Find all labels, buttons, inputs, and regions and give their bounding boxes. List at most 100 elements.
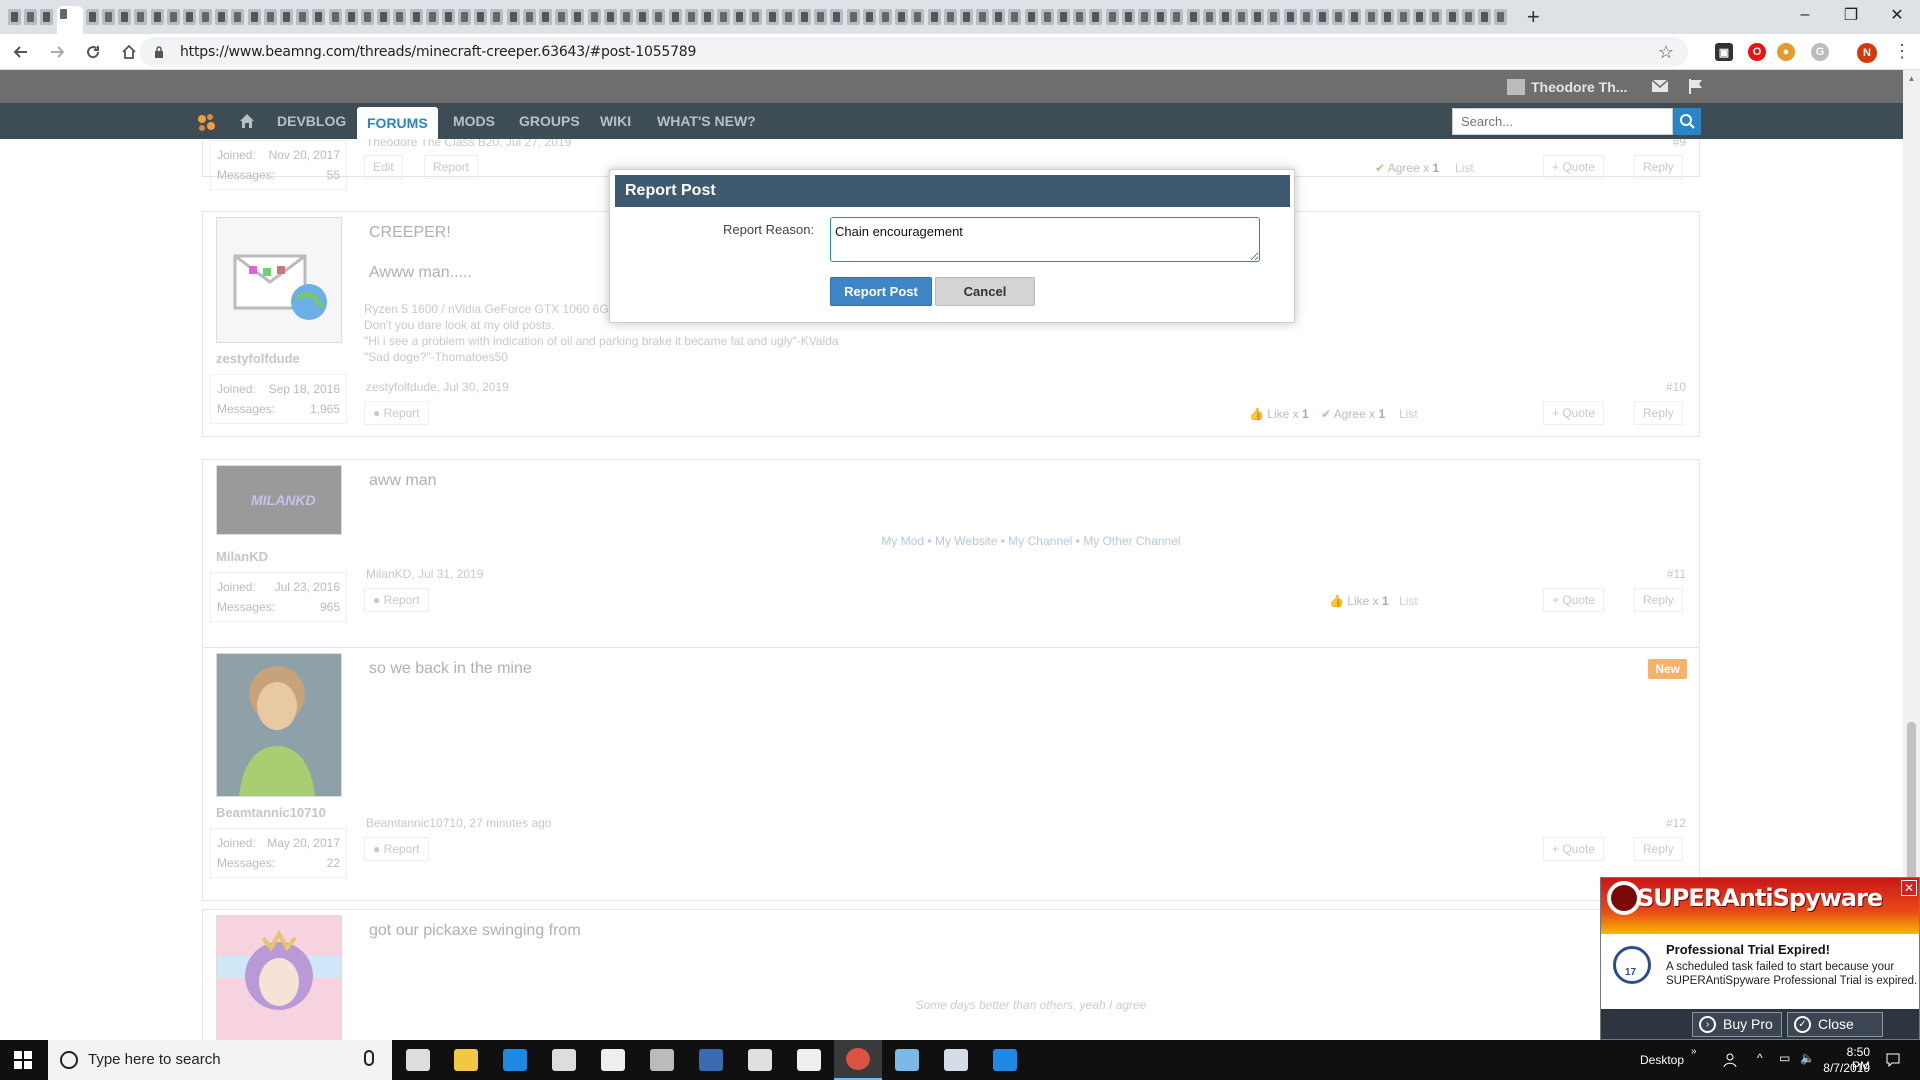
reply-button[interactable]: Reply	[1634, 837, 1683, 861]
browser-tab[interactable]	[263, 9, 277, 25]
likes-list-link[interactable]: List	[1455, 161, 1474, 175]
browser-tab[interactable]	[814, 9, 828, 25]
file-explorer-taskbar-button[interactable]	[442, 1040, 490, 1080]
quote-button[interactable]: + Quote	[1543, 837, 1605, 861]
browser-tab[interactable]	[1170, 9, 1184, 25]
browser-tab[interactable]	[1008, 9, 1022, 25]
post-author[interactable]: MilanKD	[216, 549, 347, 564]
browser-tab[interactable]	[1137, 9, 1151, 25]
browser-tab[interactable]	[555, 9, 569, 25]
beamng-logo-icon[interactable]	[196, 111, 218, 133]
post-meta[interactable]: MilanKD, Jul 31, 2019	[366, 567, 483, 581]
browser-tab[interactable]	[1089, 9, 1103, 25]
post-meta[interactable]: zestyfolfdude, Jul 30, 2019	[366, 380, 509, 394]
browser-tab[interactable]	[182, 9, 196, 25]
nav-whats-new[interactable]: WHAT'S NEW?	[657, 103, 756, 139]
browser-tab[interactable]	[1461, 9, 1475, 25]
browser-tab[interactable]	[1218, 9, 1232, 25]
nav-wiki[interactable]: WIKI	[600, 103, 631, 139]
taskbar-search-box[interactable]: Type here to search	[48, 1040, 392, 1080]
report-reason-textarea[interactable]	[830, 217, 1260, 262]
browser-tab[interactable]	[85, 9, 99, 25]
browser-tab[interactable]	[1316, 9, 1329, 25]
store-taskbar-button[interactable]	[540, 1040, 588, 1080]
reply-button[interactable]: Reply	[1634, 401, 1683, 425]
report-button[interactable]: ● Report	[364, 588, 429, 612]
quote-button[interactable]: + Quote	[1543, 155, 1605, 179]
extension-icon[interactable]: ▣	[1715, 43, 1733, 61]
browser-tab[interactable]	[668, 9, 682, 25]
post-number[interactable]: #9	[1673, 139, 1686, 149]
post-number[interactable]: #11	[1667, 567, 1686, 581]
minimize-button[interactable]: –	[1782, 0, 1828, 30]
browser-tab[interactable]	[1348, 9, 1362, 25]
browser-tab[interactable]	[215, 9, 229, 25]
browser-tab[interactable]	[1445, 9, 1459, 25]
avatar[interactable]	[216, 653, 342, 797]
account-menu[interactable]: Theodore Th...	[1507, 79, 1627, 95]
settings-gear-taskbar-button[interactable]	[785, 1040, 833, 1080]
network-icon[interactable]: ▭	[1779, 1051, 1790, 1065]
browser-tab[interactable]	[458, 9, 472, 25]
avatar[interactable]	[216, 217, 342, 343]
post-meta[interactable]: Theodore The Class B20, Jul 27, 2019	[366, 139, 571, 149]
quote-button[interactable]: + Quote	[1543, 401, 1605, 425]
browser-tab[interactable]	[40, 9, 54, 25]
browser-tab[interactable]	[700, 9, 714, 25]
browser-tab[interactable]	[846, 9, 860, 25]
windows-start-icon[interactable]	[14, 1051, 32, 1069]
post-meta[interactable]: Beamtannic10710, 27 minutes ago	[366, 816, 551, 830]
browser-tab[interactable]	[296, 9, 310, 25]
nav-mods[interactable]: MODS	[453, 103, 495, 139]
browser-tab[interactable]	[506, 9, 520, 25]
browser-tab[interactable]	[1364, 9, 1378, 25]
cancel-button[interactable]: Cancel	[935, 277, 1035, 306]
browser-tab[interactable]	[1332, 9, 1346, 25]
browser-tab[interactable]	[603, 9, 617, 25]
browser-tab[interactable]	[522, 9, 536, 25]
tray-overflow-chevron-icon[interactable]: ^	[1757, 1051, 1763, 1065]
reply-button[interactable]: Reply	[1634, 155, 1683, 179]
browser-tab[interactable]	[24, 9, 38, 25]
browser-tab[interactable]	[1380, 9, 1394, 25]
nav-forums[interactable]: FORUMS	[357, 107, 438, 139]
post-author[interactable]: Beamtannic10710	[216, 805, 347, 820]
browser-tab[interactable]	[1057, 9, 1070, 25]
browser-tab[interactable]	[765, 9, 779, 25]
browser-tab[interactable]	[1024, 9, 1038, 25]
browser-tab[interactable]	[377, 9, 391, 25]
quote-button[interactable]: + Quote	[1543, 588, 1605, 612]
browser-tab[interactable]	[344, 9, 358, 25]
browser-tab[interactable]	[409, 9, 423, 25]
browser-tab[interactable]	[1477, 9, 1491, 25]
browser-tab[interactable]	[247, 9, 261, 25]
active-browser-tab[interactable]	[56, 6, 83, 34]
buy-pro-button[interactable]: › Buy Pro	[1692, 1012, 1782, 1037]
browser-tab[interactable]	[878, 9, 892, 25]
browser-tab[interactable]	[1186, 9, 1200, 25]
browser-tab[interactable]	[199, 9, 213, 25]
discord-taskbar-button[interactable]	[932, 1040, 980, 1080]
grammarly-icon[interactable]: G	[1811, 43, 1829, 61]
site-search-button[interactable]	[1673, 108, 1701, 135]
browser-tab[interactable]	[134, 9, 148, 25]
browser-tab[interactable]	[393, 9, 407, 25]
browser-tab[interactable]	[1154, 9, 1168, 25]
people-icon[interactable]	[1723, 1053, 1737, 1067]
desktop-toolbar-label[interactable]: Desktop	[1640, 1053, 1684, 1067]
post-author[interactable]: zestyfolfdude	[216, 351, 347, 366]
browser-tab[interactable]	[1494, 9, 1508, 25]
scroll-up-arrow-icon[interactable]: ▲	[1903, 74, 1920, 83]
likes-list-link[interactable]: List	[1399, 407, 1418, 421]
mail-taskbar-button[interactable]	[589, 1040, 637, 1080]
likes-list-link[interactable]: List	[1399, 594, 1418, 608]
toolbar-expand-icon[interactable]: »	[1691, 1046, 1697, 1057]
browser-tab[interactable]	[895, 9, 909, 25]
browser-tab[interactable]	[8, 9, 21, 25]
browser-tab[interactable]	[360, 9, 374, 25]
task-view-taskbar-button[interactable]	[394, 1040, 442, 1080]
browser-tab[interactable]	[425, 9, 439, 25]
network-app-taskbar-button[interactable]	[638, 1040, 686, 1080]
browser-tab[interactable]	[927, 9, 941, 25]
nav-groups[interactable]: GROUPS	[519, 103, 580, 139]
